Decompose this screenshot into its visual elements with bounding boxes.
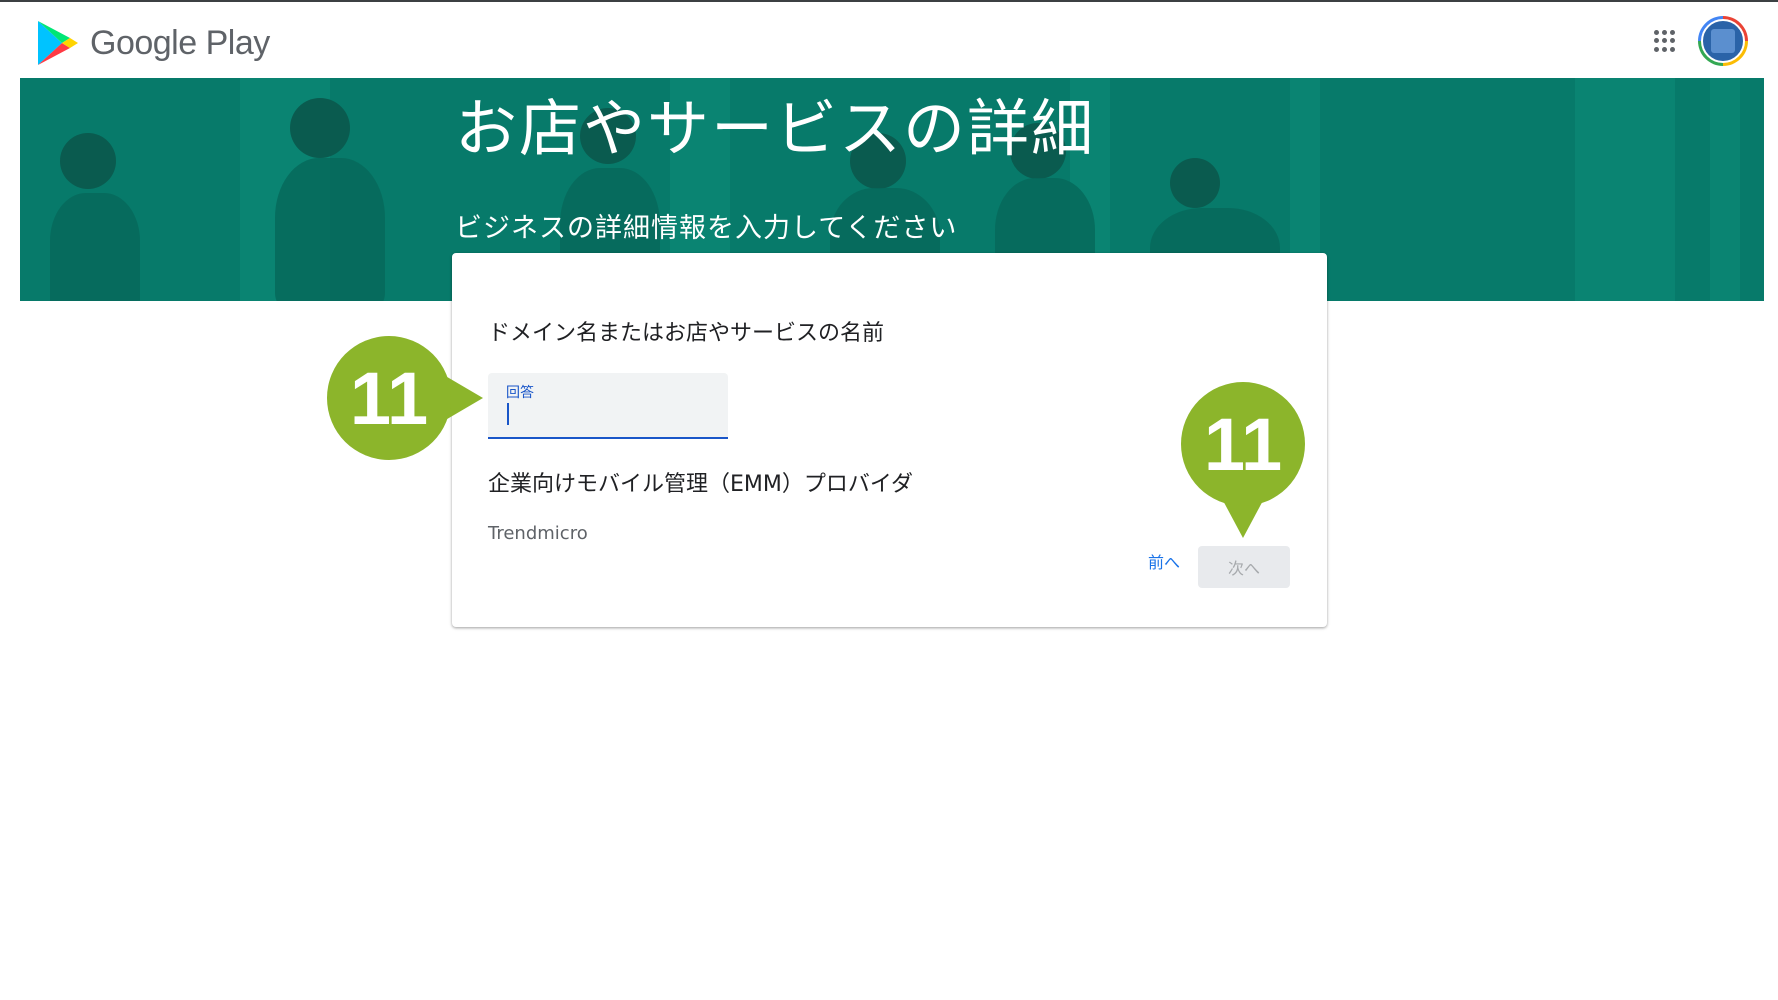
callout-marker-icon: 11 [1181,382,1305,538]
step-callout-left: 11 [325,334,485,464]
logo-text: Google Play [90,23,270,62]
emm-provider-value: Trendmicro [488,523,588,544]
google-play-logo[interactable]: Google Play [36,19,270,67]
top-header: Google Play [0,2,1778,78]
answer-field-label: 回答 [506,385,534,401]
callout-marker-icon: 11 [327,336,483,460]
person-illustration [50,193,140,301]
next-button[interactable]: 次へ [1198,546,1290,588]
banner-decoration [1710,78,1740,301]
apps-grid-icon[interactable] [1654,30,1676,52]
page-subtitle: ビジネスの詳細情報を入力してください [455,213,958,244]
person-illustration [60,133,116,189]
person-illustration [290,98,350,158]
domain-name-question: ドメイン名またはお店やサービスの名前 [488,321,885,346]
text-caret [507,403,509,425]
person-illustration [275,158,385,301]
step-callout-right: 11 [1178,380,1308,540]
back-button[interactable]: 前へ [1142,543,1186,579]
banner-decoration [1575,78,1675,301]
google-play-icon [38,21,78,65]
page-title: お店やサービスの詳細 [455,92,1096,165]
callout-number: 11 [350,357,428,440]
domain-name-input[interactable] [504,401,714,429]
account-avatar-icon[interactable] [1698,16,1748,66]
callout-number: 11 [1204,403,1282,486]
person-illustration [1170,158,1220,208]
emm-provider-question: 企業向けモバイル管理（EMM）プロバイダ [488,472,913,497]
answer-field[interactable]: 回答 [488,373,728,439]
